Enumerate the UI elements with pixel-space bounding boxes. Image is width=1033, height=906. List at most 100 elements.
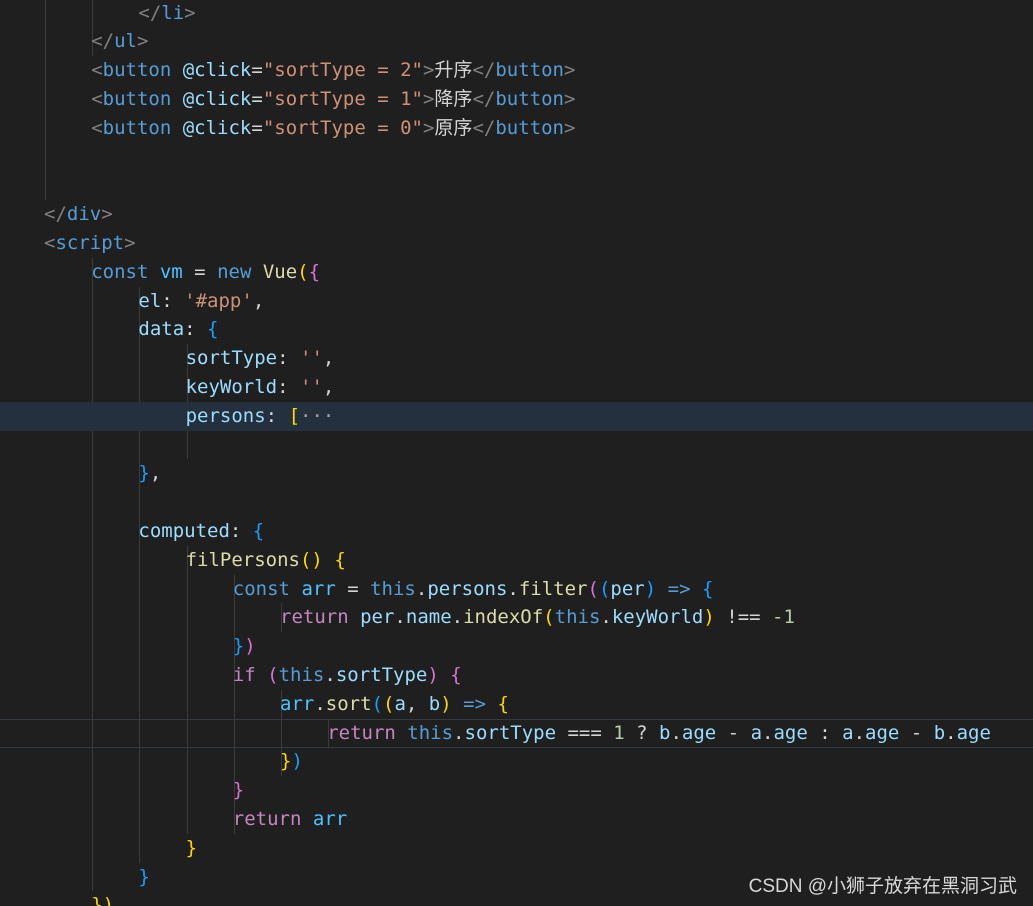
- code-token: }: [232, 779, 245, 802]
- code-token: ): [244, 635, 256, 658]
- code-token: </: [472, 116, 496, 139]
- code-token: '': [300, 375, 323, 398]
- code-token: </: [91, 30, 115, 53]
- code-line[interactable]: filPersons() {: [0, 546, 1033, 575]
- code-token: "sortType = 0": [262, 116, 423, 139]
- code-token: computed: [138, 519, 230, 542]
- code-token: >: [101, 203, 113, 226]
- code-token: =: [251, 116, 263, 139]
- code-token: per: [360, 606, 395, 629]
- code-token: ,: [405, 692, 429, 715]
- code-line[interactable]: <button @click="sortType = 0">原序</button…: [0, 114, 1033, 143]
- code-line[interactable]: [0, 143, 1033, 172]
- code-line-content: }): [280, 747, 303, 776]
- code-line[interactable]: }: [0, 776, 1033, 805]
- code-line[interactable]: data: {: [0, 315, 1033, 344]
- code-line[interactable]: persons: [···: [0, 401, 1033, 431]
- code-line[interactable]: keyWorld: '',: [0, 373, 1033, 402]
- code-token: ?: [624, 721, 659, 744]
- code-token: >: [563, 116, 576, 139]
- code-line[interactable]: sortType: '',: [0, 344, 1033, 373]
- code-line[interactable]: }): [0, 632, 1033, 661]
- code-token: :: [265, 404, 289, 427]
- code-token: ): [291, 750, 303, 773]
- code-token: ,: [322, 347, 335, 370]
- code-token: age: [681, 721, 717, 744]
- code-line[interactable]: },: [0, 459, 1033, 488]
- code-token: .: [415, 577, 428, 600]
- code-token: }: [138, 865, 150, 888]
- code-line[interactable]: }: [0, 834, 1033, 863]
- code-token: :: [229, 519, 253, 542]
- code-token: >: [563, 87, 576, 110]
- code-line[interactable]: </li>: [0, 0, 1033, 28]
- code-line[interactable]: arr.sort((a, b) => {: [0, 690, 1033, 719]
- code-line[interactable]: return arr: [0, 805, 1033, 834]
- code-token: =: [182, 260, 218, 283]
- code-token: sortType: [464, 721, 557, 744]
- code-token: .: [453, 721, 465, 744]
- code-token: <: [44, 231, 56, 254]
- code-token: ,: [149, 462, 162, 485]
- code-line[interactable]: </div>: [0, 200, 1033, 229]
- code-token: >: [136, 30, 149, 53]
- code-line-content: }: [138, 863, 149, 892]
- code-token: {: [497, 692, 509, 715]
- code-token: >: [422, 59, 435, 82]
- code-token: {: [450, 663, 462, 686]
- code-line-content: </ul>: [91, 27, 148, 56]
- code-line[interactable]: <button @click="sortType = 2">升序</button…: [0, 56, 1033, 85]
- code-token: per: [610, 577, 645, 600]
- code-line[interactable]: [0, 431, 1033, 460]
- code-line[interactable]: [0, 171, 1033, 200]
- code-line[interactable]: const vm = new Vue({: [0, 258, 1033, 287]
- code-token: </: [44, 203, 67, 226]
- code-token: keyWorld: [185, 375, 278, 398]
- code-token: const: [232, 577, 290, 600]
- code-line[interactable]: if (this.sortType) {: [0, 661, 1033, 690]
- code-token: ···: [300, 404, 335, 427]
- code-line[interactable]: computed: {: [0, 517, 1033, 546]
- code-token: ,: [322, 375, 335, 398]
- code-token: sortType: [185, 347, 278, 370]
- code-token: arr: [301, 577, 336, 600]
- code-token: arr: [312, 807, 348, 830]
- code-line[interactable]: el: '#app',: [0, 287, 1033, 316]
- code-line[interactable]: </ul>: [0, 27, 1033, 56]
- code-token: :: [277, 375, 300, 398]
- code-token: a: [842, 721, 854, 744]
- code-line[interactable]: <script>: [0, 229, 1033, 258]
- code-token: (: [383, 692, 395, 715]
- code-token: "sortType = 1": [262, 87, 423, 110]
- code-token: .: [762, 721, 774, 744]
- code-token: -1: [772, 606, 795, 629]
- code-token: "sortType = 2": [262, 59, 423, 82]
- code-token: >: [184, 1, 196, 24]
- code-line-content: return arr: [233, 805, 347, 834]
- code-line[interactable]: const arr = this.persons.filter((per) =>…: [0, 575, 1033, 604]
- code-token: .: [451, 606, 464, 629]
- code-token: =: [335, 577, 371, 600]
- code-editor[interactable]: </li> </ul> <button @click="sortType = 2">…: [0, 0, 1033, 906]
- code-token: a: [394, 692, 406, 715]
- code-line[interactable]: return per.name.indexOf(this.keyWorld) !…: [0, 603, 1033, 632]
- code-token: }: [280, 750, 292, 773]
- code-token: this: [407, 721, 454, 744]
- code-line-content: }): [233, 632, 256, 661]
- code-token: .: [600, 606, 612, 629]
- code-line-content: <button @click="sortType = 2">升序</button…: [91, 56, 575, 85]
- code-line[interactable]: return this.sortType === 1 ? b.age - a.a…: [0, 719, 1033, 748]
- code-line[interactable]: <button @click="sortType = 1">降序</button…: [0, 85, 1033, 114]
- code-line[interactable]: [0, 488, 1033, 517]
- code-token: age: [773, 721, 808, 744]
- code-token: keyWorld: [611, 606, 704, 629]
- code-token: .: [394, 606, 406, 629]
- code-line[interactable]: }): [0, 747, 1033, 776]
- code-line-content: <script>: [44, 229, 136, 258]
- code-token: button: [102, 116, 172, 139]
